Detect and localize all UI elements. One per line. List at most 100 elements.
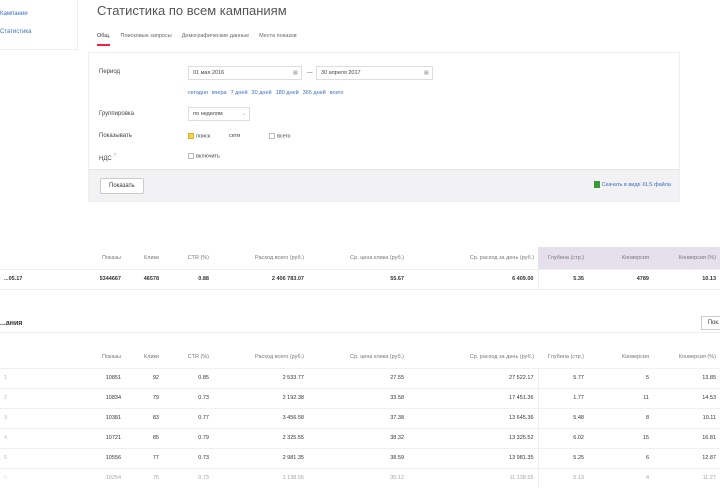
show-button[interactable]: Показать: [100, 178, 144, 194]
cell: 11: [588, 387, 653, 408]
tabs: Общ. Поисковые запросы Демографические д…: [97, 33, 297, 46]
show-search-label: поиск: [196, 133, 211, 140]
cell: 5: [588, 367, 653, 388]
cell: 10556: [80, 447, 125, 468]
calendar-icon[interactable]: ▦: [293, 70, 298, 76]
cell: 5.13: [537, 467, 588, 488]
totals-table: Показы Клики CTR (%) Расход всего (руб.)…: [0, 247, 720, 290]
chevron-down-icon: ⌄: [241, 111, 246, 117]
section-button[interactable]: Пок...: [700, 316, 720, 330]
vat-label: НДС ?: [99, 153, 116, 162]
col-conversions[interactable]: Конверсия: [588, 346, 653, 368]
show-search[interactable]: поиск: [188, 133, 210, 139]
show-networks[interactable]: сети: [229, 133, 240, 139]
checkbox[interactable]: [188, 133, 194, 139]
col-spend[interactable]: Расход всего (руб.): [213, 247, 308, 269]
cell: 6: [588, 447, 653, 468]
col-depth[interactable]: Глубина (стр.): [538, 247, 588, 269]
cell: 2: [0, 387, 80, 408]
show-networks-label: сети: [229, 133, 241, 139]
col-avg-cpc[interactable]: Ср. цена клика (руб.): [308, 346, 408, 368]
show-all[interactable]: всего: [269, 133, 291, 139]
cell: 77: [125, 447, 163, 468]
col-conversion-rate[interactable]: Конверсия (%): [653, 247, 720, 269]
group-select[interactable]: по неделям ⌄: [188, 107, 250, 121]
cell: 4: [588, 467, 653, 488]
totals-header: Показы Клики CTR (%) Расход всего (руб.)…: [0, 247, 720, 269]
col-conversions[interactable]: Конверсия: [588, 247, 653, 269]
cell: 35.12: [308, 467, 408, 488]
cell: 38.32: [308, 427, 408, 448]
cell: 3: [0, 407, 80, 428]
checkbox[interactable]: [188, 153, 194, 159]
cell: 1: [0, 367, 80, 388]
cell: 33.58: [308, 387, 408, 408]
col-conversion-rate[interactable]: Конверсия (%): [653, 346, 720, 368]
tab-general[interactable]: Общ.: [97, 33, 111, 46]
quick-365days[interactable]: 365 дней: [303, 90, 326, 96]
sidebar-link-campaigns[interactable]: Кампании: [0, 11, 28, 17]
quick-180days[interactable]: 180 дней: [276, 90, 299, 96]
col-spend[interactable]: Расход всего (руб.): [213, 346, 308, 368]
download-xls-link[interactable]: Скачать в виде XLS файла: [593, 181, 671, 188]
cell: 27 522.17: [408, 367, 538, 388]
cell: 79: [125, 387, 163, 408]
quick-7days[interactable]: 7 дней: [231, 90, 248, 96]
cell: 1.77: [537, 387, 588, 408]
col-avg-cpc[interactable]: Ср. цена клика (руб.): [308, 247, 408, 269]
date-from-input[interactable]: 01 мая 2016 ▦: [188, 66, 302, 80]
col-clicks[interactable]: Клики: [125, 247, 163, 269]
cell: 14.53: [653, 387, 720, 408]
table-row: 4 10721 85 0.79 2 325.55 38.32 13 325.52 6.02 15…: [0, 427, 720, 448]
section-title: ...ания: [0, 320, 23, 327]
cell: 10.11: [653, 407, 720, 428]
tab-search-queries[interactable]: Поисковые запросы: [120, 33, 171, 46]
quick-today[interactable]: сегодня: [188, 90, 208, 96]
cell: 2 981.35: [213, 447, 308, 468]
cell: 13 325.52: [408, 427, 538, 448]
cell: 5.25: [537, 447, 588, 468]
col-avg-daily[interactable]: Ср. расход за день (руб.): [408, 346, 538, 368]
cell: 5.77: [537, 367, 588, 388]
sidebar-link-stats[interactable]: Статистика: [0, 29, 32, 35]
quick-30days[interactable]: 30 дней: [252, 90, 272, 96]
sidebar: Кампании Статистика: [0, 0, 78, 50]
table-row: 3 10381 83 0.77 3 456.58 37.38 13 645.36 5.48 8 1…: [0, 407, 720, 428]
col-ctr[interactable]: CTR (%): [163, 346, 213, 368]
cell: 4789: [588, 268, 653, 290]
date-to-input[interactable]: 30 апреля 2017 ▦: [316, 66, 433, 80]
col-impressions[interactable]: Показы: [80, 346, 125, 368]
col-clicks[interactable]: Клики: [125, 346, 163, 368]
cell: 11 138.55: [408, 467, 538, 488]
totals-row: ...05.17 5344667 46578 0.88 2 406 783.07…: [0, 268, 720, 290]
vat-option[interactable]: включить: [188, 153, 220, 159]
col-ctr[interactable]: CTR (%): [163, 247, 213, 269]
cell: 10254: [80, 467, 125, 488]
excel-icon: [593, 181, 600, 188]
quick-all[interactable]: всего: [330, 90, 344, 96]
col-avg-daily[interactable]: Ср. расход за день (руб.): [408, 247, 538, 269]
cell: 0.79: [163, 427, 213, 448]
cell: 8: [588, 407, 653, 428]
section-header: ...ания Пок...: [0, 315, 720, 333]
quick-yesterday[interactable]: вчера: [212, 90, 227, 96]
cell: 2 406 783.07: [213, 268, 308, 290]
cell: 6.02: [537, 427, 588, 448]
detail-header: Показы Клики CTR (%) Расход всего (руб.)…: [0, 346, 720, 368]
checkbox[interactable]: [269, 133, 275, 139]
cell: 0.73: [163, 447, 213, 468]
table-row: 2 10834 79 0.73 2 192.38 33.58 17 451.36 1.77 11…: [0, 387, 720, 408]
calendar-icon[interactable]: ▦: [424, 70, 429, 76]
cell: 38.59: [308, 447, 408, 468]
cell: 13 981.35: [408, 447, 538, 468]
quick-period-links: сегодня вчера 7 дней 30 дней 180 дней 36…: [188, 90, 343, 96]
help-icon[interactable]: ?: [113, 153, 116, 159]
cell: 16.81: [653, 427, 720, 448]
cell: 0.85: [163, 367, 213, 388]
col-impressions[interactable]: Показы: [80, 247, 125, 269]
col-depth[interactable]: Глубина (стр.): [538, 346, 588, 368]
cell: 5344667: [80, 268, 125, 290]
tab-demographics[interactable]: Демографические данные: [182, 33, 249, 46]
cell: 15: [588, 427, 653, 448]
tab-placements[interactable]: Места показов: [259, 33, 297, 46]
